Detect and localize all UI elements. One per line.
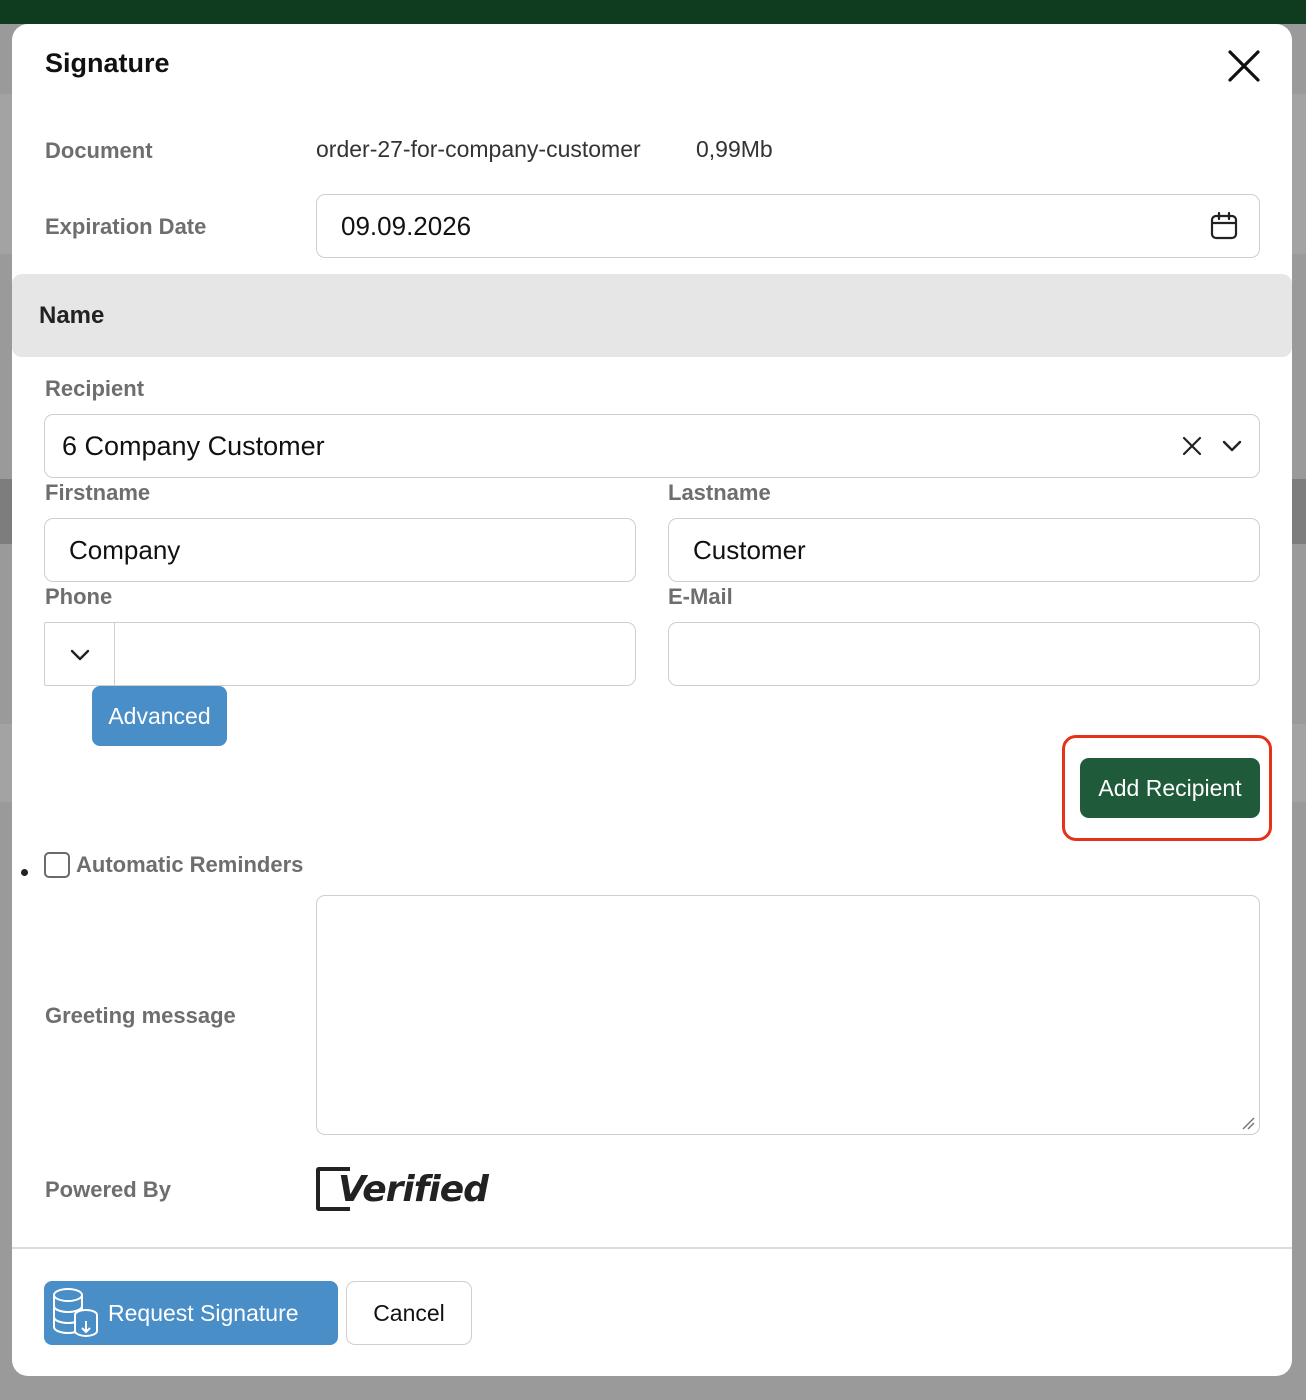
document-size: 0,99Mb xyxy=(696,136,773,162)
phone-input[interactable] xyxy=(114,622,636,686)
email-input[interactable] xyxy=(668,622,1260,686)
greeting-message-label: Greeting message xyxy=(45,1003,236,1028)
email-label: E-Mail xyxy=(668,584,733,609)
expiration-date-value: 09.09.2026 xyxy=(341,210,472,241)
backdrop-row xyxy=(1292,94,1306,254)
request-signature-label: Request Signature xyxy=(108,1300,299,1326)
clear-icon[interactable] xyxy=(1181,435,1203,457)
powered-by-label: Powered By xyxy=(45,1177,171,1202)
lastname-label: Lastname xyxy=(668,480,771,505)
greeting-message-textarea[interactable] xyxy=(316,895,1260,1135)
recipient-select[interactable]: 6 Company Customer xyxy=(44,414,1260,478)
list-bullet xyxy=(21,869,28,876)
modal-title: Signature xyxy=(45,48,170,78)
document-name: order-27-for-company-customer xyxy=(316,136,641,162)
firstname-input[interactable]: Company xyxy=(44,518,636,582)
app-topbar xyxy=(0,0,1306,24)
phone-country-select[interactable] xyxy=(44,622,114,686)
lastname-input[interactable]: Customer xyxy=(668,518,1260,582)
name-section-title: Name xyxy=(39,302,105,329)
advanced-button[interactable]: Advanced xyxy=(92,686,227,746)
recipient-selected-value: 6 Company Customer xyxy=(62,430,325,461)
expiration-date-label: Expiration Date xyxy=(45,214,207,239)
chevron-down-icon[interactable] xyxy=(1221,437,1243,455)
document-label: Document xyxy=(45,138,153,163)
request-signature-button[interactable]: Request Signature xyxy=(44,1281,338,1345)
name-section-header[interactable]: Name xyxy=(12,274,1292,357)
verified-logo: Verified xyxy=(316,1165,489,1213)
lastname-value: Customer xyxy=(693,534,806,565)
resize-handle-icon[interactable] xyxy=(1239,1114,1255,1130)
cancel-button[interactable]: Cancel xyxy=(346,1281,472,1345)
database-icon xyxy=(53,1288,98,1338)
automatic-reminders-label[interactable]: Automatic Reminders xyxy=(76,852,303,878)
automatic-reminders-checkbox[interactable] xyxy=(44,852,70,878)
phone-label: Phone xyxy=(45,584,113,609)
firstname-value: Company xyxy=(69,534,181,565)
add-recipient-button[interactable]: Add Recipient xyxy=(1080,758,1260,818)
backdrop-row xyxy=(1292,479,1306,544)
recipient-label: Recipient xyxy=(45,376,145,401)
chevron-down-icon xyxy=(70,649,90,661)
verified-logo-mark xyxy=(316,1167,350,1211)
firstname-label: Firstname xyxy=(45,480,151,505)
calendar-icon[interactable] xyxy=(1209,211,1239,241)
close-icon xyxy=(1228,50,1260,82)
expiration-date-input[interactable]: 09.09.2026 xyxy=(316,194,1260,258)
signature-modal: Signature Document order-27-for-company-… xyxy=(12,24,1292,1376)
verified-logo-text: Verified xyxy=(338,1168,489,1210)
close-button[interactable] xyxy=(1224,46,1264,86)
backdrop-row xyxy=(1292,724,1306,802)
footer-divider xyxy=(12,1247,1292,1249)
